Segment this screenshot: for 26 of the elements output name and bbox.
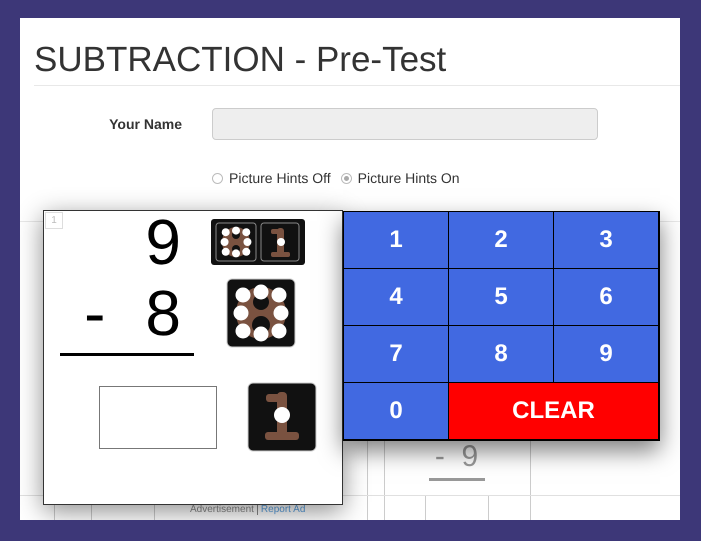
hint-radio[interactable]: Picture Hints On	[340, 170, 460, 186]
dot-cards-icon	[211, 219, 305, 265]
minus-sign: -	[84, 282, 106, 344]
page-title: SUBTRACTION - Pre-Test	[33, 39, 448, 81]
dot-card-icon	[226, 278, 296, 348]
keypad-key[interactable]: 1	[344, 212, 449, 269]
keypad-key[interactable]: 4	[344, 269, 449, 326]
problem-number: - 9	[434, 440, 478, 474]
keypad-key[interactable]: CLEAR	[449, 383, 659, 440]
keypad-key[interactable]: 5	[449, 269, 554, 326]
answer-box[interactable]	[99, 386, 217, 448]
minuend: 9	[145, 211, 181, 273]
keypad-key[interactable]: 6	[554, 269, 659, 326]
ad-label: Advertisement	[190, 504, 254, 515]
hint-radio[interactable]: Picture Hints Off	[212, 170, 331, 186]
keypad-key[interactable]: 0	[344, 383, 449, 440]
keypad-key[interactable]: 8	[449, 326, 554, 383]
dot-card-icon	[247, 382, 317, 452]
keypad-key[interactable]: 7	[344, 326, 449, 383]
subtrahend: 8	[145, 282, 181, 344]
keypad-key[interactable]: 9	[554, 326, 659, 383]
name-label: Your Name	[108, 116, 182, 132]
keypad-key[interactable]: 2	[449, 212, 554, 269]
name-field[interactable]	[212, 108, 598, 140]
keypad-key[interactable]: 3	[554, 212, 659, 269]
problem-index: 1	[45, 212, 63, 229]
